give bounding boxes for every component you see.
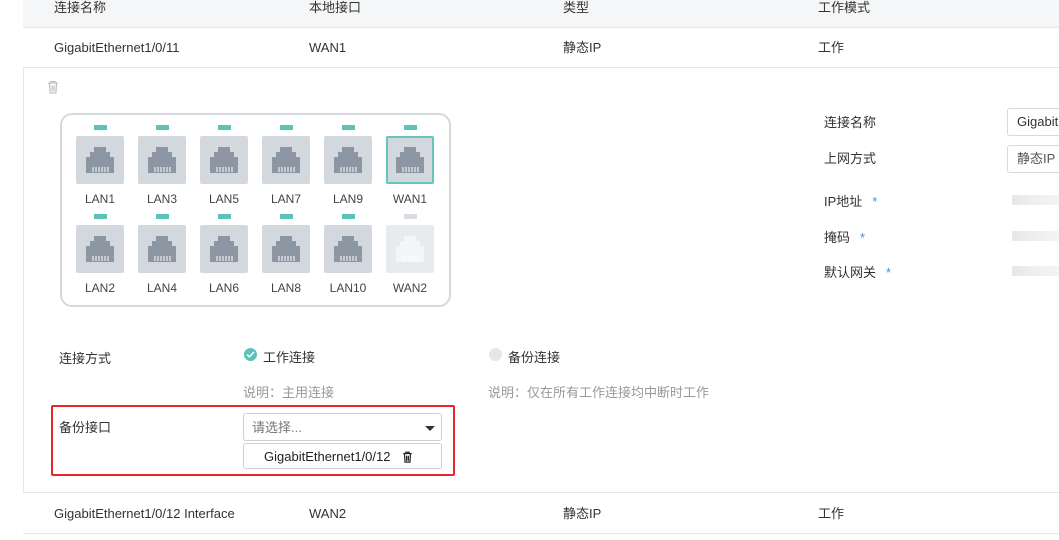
backup-interface-label: 备份接口 <box>59 420 112 435</box>
access-mode-label: 上网方式 <box>824 151 877 166</box>
port-label: LAN8 <box>270 281 302 295</box>
port-led-icon <box>94 214 107 219</box>
row-interface: WAN1 <box>309 40 347 55</box>
port-label: LAN1 <box>84 192 116 206</box>
trash-icon[interactable] <box>402 451 414 465</box>
ethernet-port-icon[interactable] <box>76 136 124 184</box>
header-type: 类型 <box>563 0 590 15</box>
port-label: LAN2 <box>84 281 116 295</box>
mask-label: 掩码 * <box>824 230 866 245</box>
row-interface: WAN2 <box>309 506 347 521</box>
required-mark: * <box>860 230 866 245</box>
conn-mode-label: 连接方式 <box>59 351 112 366</box>
row-mode: 工作 <box>818 506 845 521</box>
trash-icon[interactable] <box>47 80 59 94</box>
access-mode-select[interactable]: 静态IP <box>1007 145 1059 173</box>
ethernet-port-icon[interactable] <box>386 225 434 273</box>
backup-connection-note: 说明：仅在所有工作连接均中断时工作 <box>488 385 710 400</box>
port-led-icon <box>156 214 169 219</box>
header-work-mode: 工作模式 <box>818 0 871 15</box>
work-connection-radio[interactable] <box>244 348 257 361</box>
port-label: WAN2 <box>392 281 428 295</box>
port-label: LAN6 <box>208 281 240 295</box>
work-connection-note: 说明：主用连接 <box>243 385 335 400</box>
ethernet-port-icon[interactable] <box>138 225 186 273</box>
required-mark: * <box>886 265 892 280</box>
selected-interface-chip: GigabitEthernet1/0/12 <box>243 443 442 469</box>
port-label: LAN5 <box>208 192 240 206</box>
row-type: 静态IP <box>563 40 602 55</box>
row-conn-name: GigabitEthernet1/0/12 Interface <box>54 506 235 521</box>
select-placeholder: 请选择... <box>252 420 302 435</box>
row-mode: 工作 <box>818 40 845 55</box>
port-label: LAN10 <box>329 281 367 295</box>
port-led-icon <box>94 125 107 130</box>
ethernet-port-icon[interactable] <box>76 225 124 273</box>
backup-connection-label[interactable]: 备份连接 <box>508 347 560 366</box>
port-label: LAN7 <box>270 192 302 206</box>
port-led-icon <box>156 125 169 130</box>
row-type: 静态IP <box>563 506 602 521</box>
port-led-icon <box>218 214 231 219</box>
ethernet-port-icon[interactable] <box>324 136 372 184</box>
ethernet-port-icon[interactable] <box>324 225 372 273</box>
ethernet-port-icon[interactable] <box>138 136 186 184</box>
required-mark: * <box>872 194 878 209</box>
backup-interface-select[interactable]: 请选择... <box>243 413 442 441</box>
header-local-interface: 本地接口 <box>309 0 362 15</box>
ethernet-port-icon[interactable] <box>262 225 310 273</box>
ip-label: IP地址 * <box>824 194 878 209</box>
port-led-icon <box>404 214 417 219</box>
table-row[interactable]: GigabitEthernet1/0/12 Interface WAN2 静态I… <box>23 494 1059 534</box>
gateway-label: 默认网关 * <box>824 265 892 280</box>
port-label: LAN3 <box>146 192 178 206</box>
ip-input[interactable] <box>1012 195 1059 205</box>
port-label: WAN1 <box>392 192 428 206</box>
port-label: LAN9 <box>332 192 364 206</box>
ethernet-port-icon[interactable] <box>200 136 248 184</box>
row-conn-name: GigabitEthernet1/0/11 <box>54 40 180 55</box>
chip-label: GigabitEthernet1/0/12 <box>264 449 391 464</box>
chevron-down-icon[interactable] <box>425 426 435 431</box>
conn-name-input[interactable]: GigabitEthernet1/0/11 <box>1007 108 1059 136</box>
header-conn-name: 连接名称 <box>54 0 107 15</box>
gateway-input[interactable] <box>1012 266 1059 276</box>
ethernet-port-icon[interactable] <box>262 136 310 184</box>
port-led-icon <box>280 125 293 130</box>
table-header: 连接名称 本地接口 类型 工作模式 <box>23 0 1059 28</box>
port-led-icon <box>342 125 355 130</box>
work-connection-label[interactable]: 工作连接 <box>263 347 315 366</box>
port-led-icon <box>280 214 293 219</box>
port-label: LAN4 <box>146 281 178 295</box>
ethernet-port-icon[interactable] <box>386 136 434 184</box>
ethernet-port-icon[interactable] <box>200 225 248 273</box>
backup-connection-radio[interactable] <box>489 348 502 361</box>
mask-input[interactable] <box>1012 231 1059 241</box>
port-led-icon <box>342 214 355 219</box>
conn-name-label: 连接名称 <box>824 115 877 130</box>
port-led-icon <box>218 125 231 130</box>
port-led-icon <box>404 125 417 130</box>
table-row[interactable]: GigabitEthernet1/0/11 WAN1 静态IP 工作 <box>23 28 1059 68</box>
